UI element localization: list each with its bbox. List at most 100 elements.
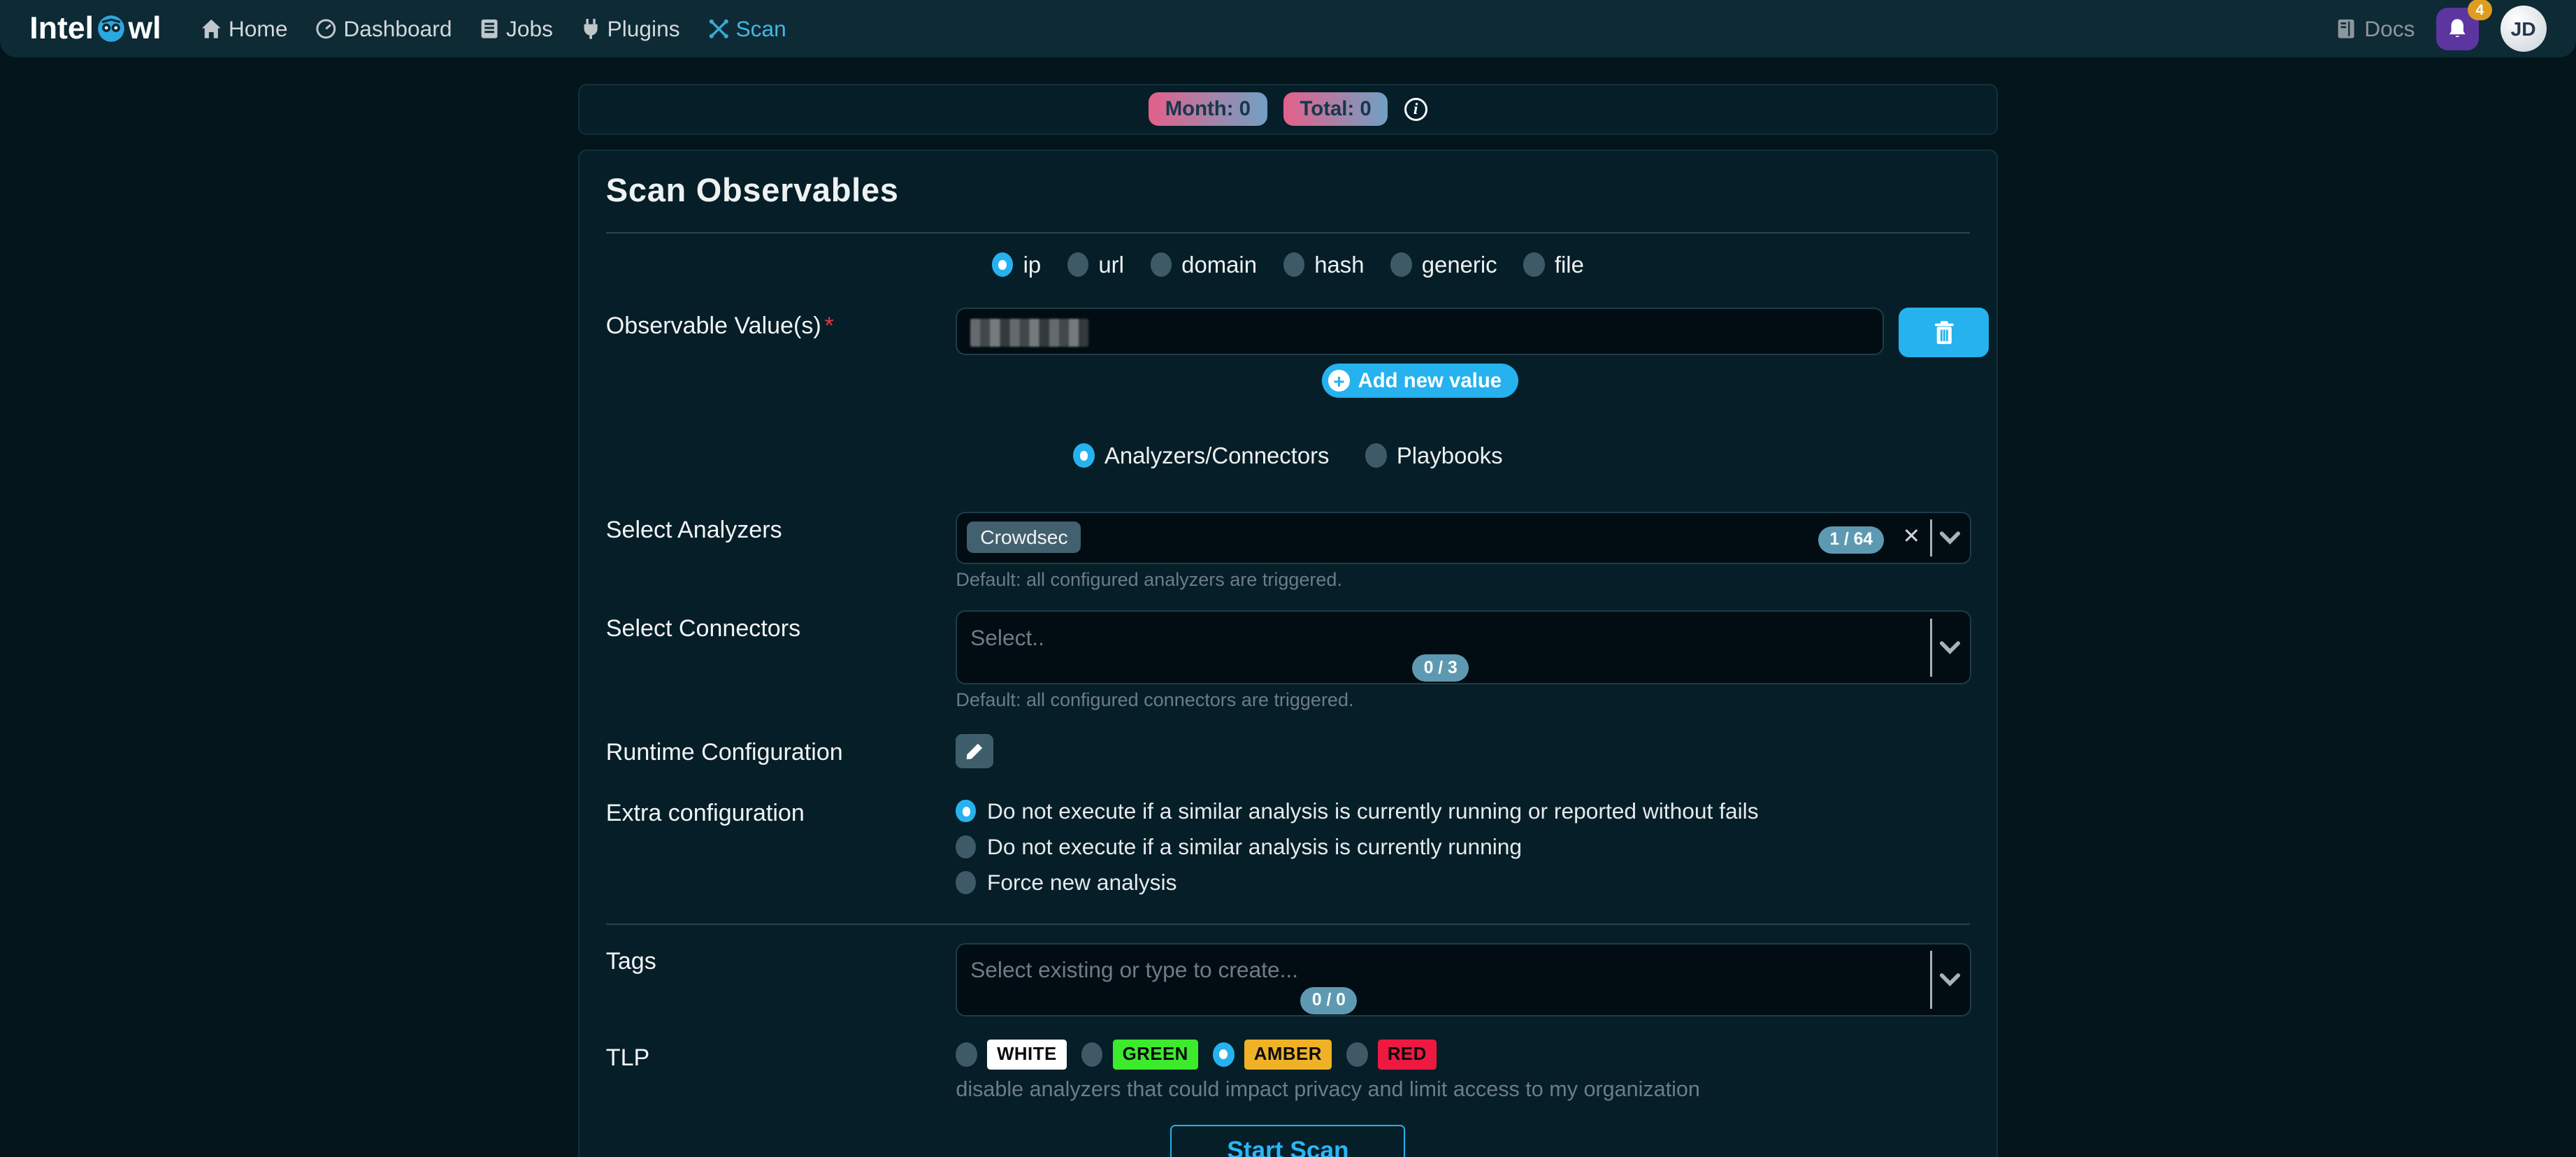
month-count-badge: Month: 0 — [1149, 92, 1267, 126]
plug-icon — [581, 18, 600, 40]
select-divider — [1930, 519, 1931, 556]
type-radio-url[interactable]: url — [1067, 252, 1124, 278]
extra-option-no-fails[interactable]: Do not execute if a similar analysis is … — [956, 798, 1758, 824]
page-content: Month: 0 Total: 0 i Scan Observables ip … — [0, 57, 2576, 1157]
tlp-badge-red: RED — [1378, 1040, 1437, 1070]
analyzers-multiselect[interactable]: Crowdsec 1 / 64 ✕ — [956, 512, 1971, 564]
radio-icon — [1067, 252, 1089, 277]
docs-label: Docs — [2364, 16, 2415, 42]
radio-icon — [956, 800, 975, 823]
notifications-button[interactable]: 4 — [2436, 8, 2479, 50]
total-count-badge: Total: 0 — [1283, 92, 1388, 126]
owl-icon — [95, 15, 127, 43]
top-navbar: Intelwl Home Dashboard Jobs Plugins Scan… — [0, 0, 2576, 57]
clear-icon[interactable]: ✕ — [1903, 524, 1921, 549]
nav-item-label: Jobs — [506, 16, 553, 42]
tags-placeholder: Select existing or type to create... — [970, 957, 1298, 983]
tlp-badge-green: GREEN — [1113, 1040, 1198, 1070]
home-icon — [201, 18, 222, 40]
chevron-down-icon[interactable] — [1938, 972, 1962, 987]
type-radio-domain[interactable]: domain — [1151, 252, 1257, 278]
connectors-helper-text: Default: all configured connectors are t… — [956, 689, 1971, 711]
radio-icon — [1346, 1042, 1368, 1067]
brand-logo[interactable]: Intelwl — [29, 11, 161, 46]
nav-item-label: Dashboard — [343, 16, 452, 42]
radio-label: generic — [1422, 252, 1497, 278]
radio-icon — [1390, 252, 1412, 277]
radio-label: Playbooks — [1397, 443, 1503, 469]
info-icon[interactable]: i — [1404, 98, 1427, 121]
scan-tools-icon — [708, 18, 730, 40]
select-connectors-label: Select Connectors — [606, 610, 956, 642]
nav-item-label: Plugins — [607, 16, 680, 42]
nav-item-dashboard[interactable]: Dashboard — [315, 16, 452, 42]
type-radio-hash[interactable]: hash — [1283, 252, 1365, 278]
analysis-mode-radios: Analyzers/Connectors Playbooks — [606, 443, 1970, 469]
add-new-value-label: Add new value — [1358, 369, 1502, 393]
nav-item-home[interactable]: Home — [201, 16, 288, 42]
select-analyzers-label: Select Analyzers — [606, 512, 956, 544]
bell-icon — [2447, 17, 2468, 41]
observable-value-field: + Add new value — [956, 308, 1989, 398]
radio-label: Do not execute if a similar analysis is … — [987, 798, 1759, 824]
observable-value-input[interactable] — [956, 308, 1884, 355]
select-analyzers-row: Select Analyzers Crowdsec 1 / 64 ✕ Defau… — [606, 512, 1970, 591]
extra-configuration-row: Extra configuration Do not execute if a … — [606, 795, 1970, 896]
radio-label: hash — [1314, 252, 1364, 278]
nav-item-jobs[interactable]: Jobs — [480, 16, 553, 42]
page-title: Scan Observables — [606, 171, 1970, 209]
user-avatar[interactable]: JD — [2501, 6, 2547, 52]
type-radio-ip[interactable]: ip — [992, 252, 1041, 278]
radio-icon — [1213, 1042, 1235, 1067]
add-new-value-button[interactable]: + Add new value — [1322, 364, 1518, 398]
tlp-radio-red[interactable]: RED — [1346, 1040, 1437, 1070]
extra-configuration-label: Extra configuration — [606, 795, 956, 827]
nav-item-label: Scan — [735, 16, 786, 42]
extra-option-force-new[interactable]: Force new analysis — [956, 870, 1758, 896]
radio-label: Analyzers/Connectors — [1104, 443, 1330, 469]
select-divider — [1930, 951, 1931, 1009]
chevron-down-icon[interactable] — [1938, 640, 1962, 655]
jobs-icon — [480, 18, 499, 40]
tlp-helper-text: disable analyzers that could impact priv… — [956, 1077, 1700, 1102]
tlp-label: TLP — [606, 1040, 956, 1072]
job-stats-bar: Month: 0 Total: 0 i — [578, 84, 1997, 135]
tlp-radio-white[interactable]: WHITE — [956, 1040, 1066, 1070]
radio-icon — [1151, 252, 1172, 277]
observable-type-radios: ip url domain hash generic file — [606, 252, 1970, 278]
radio-label: url — [1098, 252, 1124, 278]
extra-option-running[interactable]: Do not execute if a similar analysis is … — [956, 834, 1758, 860]
type-radio-file[interactable]: file — [1523, 252, 1584, 278]
select-connectors-row: Select Connectors Select.. 0 / 3 Default… — [606, 610, 1970, 711]
delete-value-button[interactable] — [1899, 308, 1989, 357]
radio-icon — [992, 252, 1014, 277]
radio-icon — [1365, 443, 1387, 468]
chevron-down-icon[interactable] — [1938, 531, 1962, 545]
mode-radio-playbooks[interactable]: Playbooks — [1365, 443, 1502, 469]
radio-label: domain — [1181, 252, 1257, 278]
tlp-badge-white: WHITE — [987, 1040, 1067, 1070]
navbar-right: Docs 4 JD — [2336, 6, 2546, 52]
scan-observables-card: Scan Observables ip url domain hash gene… — [578, 150, 1997, 1157]
observable-value-label: Observable Value(s)* — [606, 308, 956, 340]
edit-runtime-config-button[interactable] — [956, 734, 993, 768]
connectors-multiselect[interactable]: Select.. 0 / 3 — [956, 610, 1971, 684]
nav-item-plugins[interactable]: Plugins — [581, 16, 680, 42]
radio-icon — [956, 871, 975, 894]
analyzer-chip-crowdsec[interactable]: Crowdsec — [967, 522, 1081, 553]
radio-label: file — [1555, 252, 1584, 278]
mode-radio-analyzers-connectors[interactable]: Analyzers/Connectors — [1073, 443, 1329, 469]
tags-row: Tags Select existing or type to create..… — [606, 943, 1970, 1017]
runtime-configuration-row: Runtime Configuration — [606, 734, 1970, 768]
radio-icon — [1523, 252, 1545, 277]
trash-icon — [1934, 320, 1955, 345]
section-divider — [606, 924, 1970, 925]
tlp-row: TLP WHITE GREEN AMBER RED disable analyz… — [606, 1040, 1970, 1102]
docs-link[interactable]: Docs — [2336, 16, 2415, 42]
start-scan-button[interactable]: Start Scan — [1170, 1125, 1405, 1157]
tags-multiselect[interactable]: Select existing or type to create... 0 /… — [956, 943, 1971, 1017]
tlp-radio-amber[interactable]: AMBER — [1213, 1040, 1332, 1070]
nav-item-scan[interactable]: Scan — [708, 16, 786, 42]
type-radio-generic[interactable]: generic — [1390, 252, 1497, 278]
tlp-radio-green[interactable]: GREEN — [1081, 1040, 1198, 1070]
